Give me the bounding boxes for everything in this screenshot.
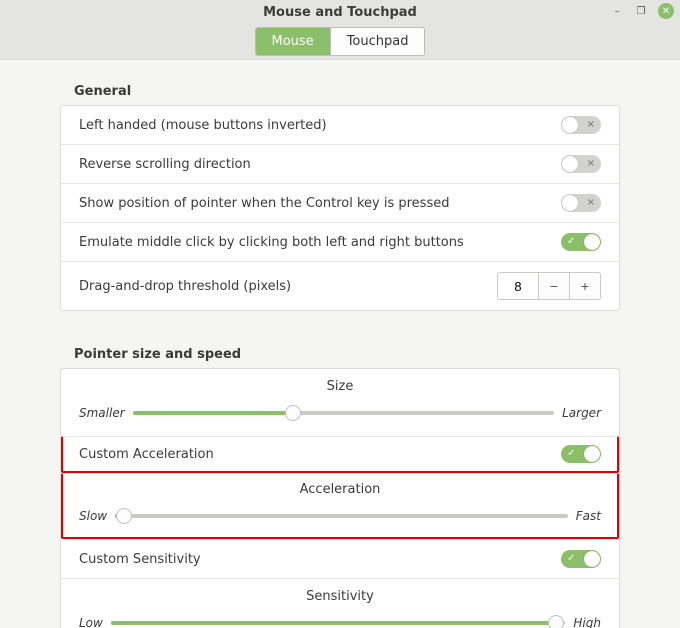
sens-title: Sensitivity xyxy=(79,589,601,604)
row-custom-sens: Custom Sensitivity ✓ xyxy=(61,539,619,578)
pointer-card: Size Smaller Larger Custom Acceleration … xyxy=(60,368,620,628)
size-max-label: Larger xyxy=(562,406,601,420)
maximize-icon[interactable]: ❐ xyxy=(634,4,648,18)
toggle-show-position[interactable]: × xyxy=(561,194,601,212)
sens-min-label: Low xyxy=(79,616,103,628)
label-emulate-middle: Emulate middle click by clicking both le… xyxy=(79,235,464,250)
size-slider-block: Size Smaller Larger xyxy=(61,369,619,436)
accel-slider-block: Acceleration Slow Fast xyxy=(61,473,619,539)
row-left-handed: Left handed (mouse buttons inverted) × xyxy=(61,106,619,144)
row-show-position: Show position of pointer when the Contro… xyxy=(61,183,619,222)
accel-slider[interactable] xyxy=(115,507,568,525)
accel-max-label: Fast xyxy=(576,509,601,523)
size-slider[interactable] xyxy=(133,404,554,422)
window-title: Mouse and Touchpad xyxy=(263,5,417,20)
accel-title: Acceleration xyxy=(79,482,601,497)
label-custom-sens: Custom Sensitivity xyxy=(79,552,201,567)
dnd-threshold-stepper: − + xyxy=(497,272,601,300)
toggle-custom-sens[interactable]: ✓ xyxy=(561,550,601,568)
settings-window: Mouse and Touchpad – ❐ ✕ Mouse Touchpad … xyxy=(0,0,680,628)
sens-max-label: High xyxy=(573,616,601,628)
label-left-handed: Left handed (mouse buttons inverted) xyxy=(79,118,327,133)
toggle-custom-accel[interactable]: ✓ xyxy=(561,445,601,463)
content-scroll[interactable]: General Left handed (mouse buttons inver… xyxy=(0,60,680,628)
sens-slider[interactable] xyxy=(111,614,566,628)
minimize-icon[interactable]: – xyxy=(610,4,624,18)
size-slider-line: Smaller Larger xyxy=(79,404,601,422)
row-reverse-scrolling: Reverse scrolling direction × xyxy=(61,144,619,183)
tab-bar: Mouse Touchpad xyxy=(0,24,680,60)
window-controls: – ❐ ✕ xyxy=(610,3,674,19)
sens-slider-line: Low High xyxy=(79,614,601,628)
row-emulate-middle: Emulate middle click by clicking both le… xyxy=(61,222,619,261)
label-reverse-scrolling: Reverse scrolling direction xyxy=(79,157,251,172)
tab-mouse[interactable]: Mouse xyxy=(256,28,331,55)
section-title-general: General xyxy=(74,84,620,99)
accel-slider-line: Slow Fast xyxy=(79,507,601,525)
sens-slider-block: Sensitivity Low High xyxy=(61,578,619,628)
dnd-threshold-input[interactable] xyxy=(497,272,539,300)
content: General Left handed (mouse buttons inver… xyxy=(0,60,680,628)
size-min-label: Smaller xyxy=(79,406,125,420)
row-dnd-threshold: Drag-and-drop threshold (pixels) − + xyxy=(61,261,619,310)
dnd-threshold-decrement[interactable]: − xyxy=(538,272,570,300)
label-dnd-threshold: Drag-and-drop threshold (pixels) xyxy=(79,279,291,294)
accel-min-label: Slow xyxy=(79,509,107,523)
dnd-threshold-increment[interactable]: + xyxy=(569,272,601,300)
general-card: Left handed (mouse buttons inverted) × R… xyxy=(60,105,620,311)
toggle-emulate-middle[interactable]: ✓ xyxy=(561,233,601,251)
toggle-left-handed[interactable]: × xyxy=(561,116,601,134)
size-title: Size xyxy=(79,379,601,394)
tab-group: Mouse Touchpad xyxy=(255,27,426,56)
close-icon[interactable]: ✕ xyxy=(658,3,674,19)
tab-touchpad[interactable]: Touchpad xyxy=(331,28,425,55)
label-custom-accel: Custom Acceleration xyxy=(79,447,214,462)
section-title-pointer: Pointer size and speed xyxy=(74,347,620,362)
label-show-position: Show position of pointer when the Contro… xyxy=(79,196,449,211)
toggle-reverse-scrolling[interactable]: × xyxy=(561,155,601,173)
row-custom-accel: Custom Acceleration ✓ xyxy=(61,436,619,473)
titlebar: Mouse and Touchpad – ❐ ✕ xyxy=(0,0,680,24)
